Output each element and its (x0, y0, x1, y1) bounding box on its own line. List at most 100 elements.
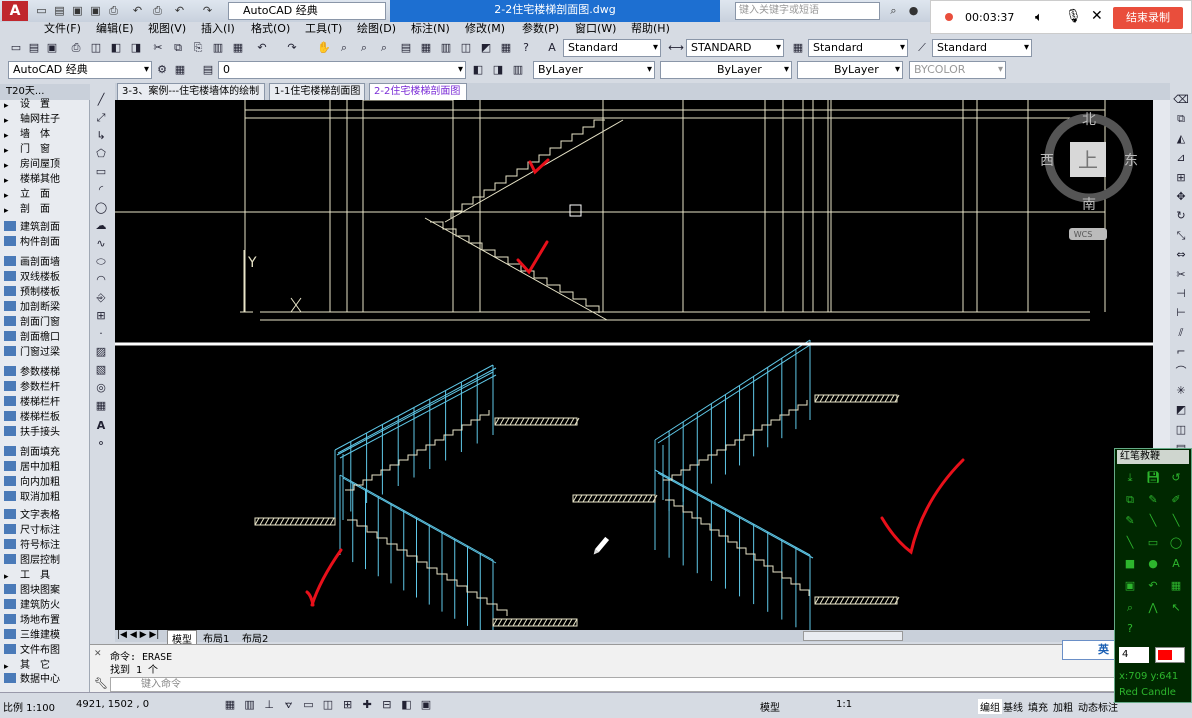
circle-icon[interactable]: ◯ (93, 200, 109, 216)
pen-marker-icon[interactable]: ✎ (1121, 512, 1139, 530)
cut-icon[interactable]: ✂ (150, 40, 166, 56)
copy-icon[interactable]: ⧉ (170, 40, 186, 56)
properties-icon[interactable]: ▤ (398, 40, 414, 56)
viewcube-east[interactable]: 东 (1124, 153, 1138, 169)
wcs-label[interactable]: WCS (1074, 230, 1093, 239)
array-icon[interactable]: ⊞ (1173, 170, 1189, 186)
pen-line-icon[interactable]: ╲ (1144, 512, 1162, 530)
search-input[interactable]: 键入关键字或短语 (735, 2, 880, 20)
pen-rotate-icon[interactable]: ↶ (1144, 577, 1162, 595)
move-icon[interactable]: ✥ (1173, 189, 1189, 205)
t20-item-component-section[interactable]: 构件剖面 (4, 236, 60, 250)
mleader-style-icon[interactable]: ⟋ (914, 40, 930, 56)
osnap-toggle-icon[interactable]: ▭ (300, 697, 316, 713)
wrench-icon[interactable]: 🔧︎ (94, 677, 108, 690)
zoom-realtime-icon[interactable]: ⌕ (336, 40, 352, 56)
pen-save-icon[interactable]: 💾︎ (1144, 469, 1162, 487)
break-point-icon[interactable]: ⊢ (1173, 305, 1189, 321)
tab-layout1[interactable]: 布局1 (201, 630, 231, 645)
close-command-icon[interactable]: ✕ (94, 649, 102, 659)
pen-text-icon[interactable]: A (1167, 555, 1185, 573)
sheet-set-icon[interactable]: ◫ (458, 40, 474, 56)
pen-help-icon[interactable]: ? (1121, 620, 1139, 638)
snap-endpoint-icon[interactable]: ◫ (1173, 422, 1189, 438)
pen-copy-icon[interactable]: ⧉ (1121, 491, 1139, 509)
pen-open-icon[interactable]: ⤓ (1121, 469, 1139, 487)
pen-zoom-icon[interactable]: ⌕ (1121, 599, 1139, 617)
viewcube-top[interactable]: 上 (1078, 148, 1098, 172)
point-icon[interactable]: · (93, 326, 109, 342)
dim-style-select[interactable]: STANDARD (686, 39, 784, 57)
drawing-canvas[interactable]: 上 北 南 东 西 WCS Y (115, 100, 1153, 630)
pen-eraser-icon[interactable]: ✎ (1144, 491, 1162, 509)
search-icon[interactable]: ⌕ (886, 3, 901, 18)
t20-item-elevation[interactable]: ▸ 立 面 (4, 188, 50, 202)
ducs-toggle-icon[interactable]: ✚ (359, 697, 375, 713)
t20-item-text-table[interactable]: 文字表格 (4, 509, 60, 523)
pen-color-select[interactable] (1155, 647, 1185, 663)
hatch-icon[interactable]: ▨ (93, 344, 109, 360)
status-fill[interactable]: 填充 (1028, 699, 1048, 714)
quickcalc-icon[interactable]: ▦ (498, 40, 514, 56)
t20-item-section[interactable]: ▸ 剖 面 (4, 203, 50, 217)
insert-block-icon[interactable]: ⎆ (93, 290, 109, 306)
redo-toolbar-icon[interactable]: ↷ (284, 40, 300, 56)
t20-item-section-fill[interactable]: 剖面填充 (4, 446, 60, 460)
pen-highlighter-icon[interactable]: ⋀ (1144, 599, 1162, 617)
t20-item-section-wall[interactable]: 画剖面墙 (4, 256, 60, 270)
t20-item-section-door-window[interactable]: 剖面门窗 (4, 316, 60, 330)
polygon-icon[interactable]: ⬠ (93, 146, 109, 162)
offset-icon[interactable]: ⊿ (1173, 150, 1189, 166)
break-icon[interactable]: ⫽ (1173, 325, 1189, 341)
grid-toggle-icon[interactable]: ▥ (242, 697, 258, 713)
menu-dimension[interactable]: 标注(N) (411, 22, 450, 36)
markup-icon[interactable]: ◩ (478, 40, 494, 56)
undo-toolbar-icon[interactable]: ↶ (254, 40, 270, 56)
menu-view[interactable]: 视图(V) (148, 22, 186, 36)
t20-item-symbol[interactable]: 符号标注 (4, 539, 60, 553)
workspace-combo[interactable]: AutoCAD 经典 (8, 61, 152, 79)
pen-board-icon[interactable]: ▦ (1167, 577, 1185, 595)
polar-toggle-icon[interactable]: ⦡ (281, 697, 297, 713)
pen-pen-icon[interactable]: ✐ (1167, 491, 1185, 509)
otrack-toggle-icon[interactable]: ⊞ (340, 697, 356, 713)
plot-icon[interactable]: ⎙ (106, 3, 121, 18)
microphone-icon[interactable]: 🎙︎ (1065, 9, 1082, 24)
t20-item-file-layout[interactable]: 文件布图 (4, 644, 60, 658)
autocad-logo[interactable]: A (2, 1, 28, 21)
t20-item-handrail-joint[interactable]: 扶手接头 (4, 426, 60, 440)
gradient-icon[interactable]: ▧ (93, 362, 109, 378)
stretch-icon[interactable]: ⇔ (1173, 247, 1189, 263)
t20-item-settings[interactable]: ▸ 设 置 (4, 98, 50, 112)
chamfer-icon[interactable]: ⌒ (1173, 364, 1189, 380)
t20-item-axis-column[interactable]: ▸ 轴网柱子 (4, 113, 60, 127)
t20-item-door-window[interactable]: ▸ 门 窗 (4, 143, 50, 157)
join-icon[interactable]: ⌐ (1173, 344, 1189, 360)
tpy-toggle-icon[interactable]: ▣ (418, 697, 434, 713)
pen-rect-icon[interactable]: ▭ (1144, 534, 1162, 552)
t20-item-layer-control[interactable]: 图层控制 (4, 554, 60, 568)
polyline-icon[interactable]: ↳ (93, 128, 109, 144)
layer-select[interactable]: 0 (218, 61, 466, 79)
horizontal-scrollbar[interactable] (803, 631, 903, 641)
rotate-icon[interactable]: ↻ (1173, 208, 1189, 224)
extend-icon[interactable]: ⊣ (1173, 286, 1189, 302)
t20-item-3d-modeling[interactable]: 三维建模 (4, 629, 60, 643)
3dosnap-toggle-icon[interactable]: ◫ (320, 697, 336, 713)
end-recording-button[interactable]: 结束录制 (1113, 7, 1183, 29)
3d-dwf-icon[interactable]: ◨ (128, 40, 144, 56)
redo-icon[interactable]: ↷ (200, 3, 215, 18)
linetype-select[interactable]: ByLayer (660, 61, 792, 79)
t20-item-section-eave[interactable]: 剖面檐口 (4, 331, 60, 345)
viewcube-west[interactable]: 西 (1040, 153, 1054, 169)
explode-icon[interactable]: ◩ (1173, 402, 1189, 418)
plotstyle-select[interactable]: BYCOLOR (909, 61, 1006, 79)
status-baseline[interactable]: 基线 (1003, 699, 1023, 714)
menu-insert[interactable]: 插入(I) (201, 22, 235, 36)
qnew-icon[interactable]: ▭ (8, 40, 24, 56)
pen-line-thin-icon[interactable]: ╲ (1167, 512, 1185, 530)
copy-icon[interactable]: ⧉ (1173, 111, 1189, 127)
lwt-toggle-icon[interactable]: ◧ (398, 697, 414, 713)
match-prop-icon[interactable]: ▥ (210, 40, 226, 56)
tool-palettes-icon[interactable]: ▥ (438, 40, 454, 56)
